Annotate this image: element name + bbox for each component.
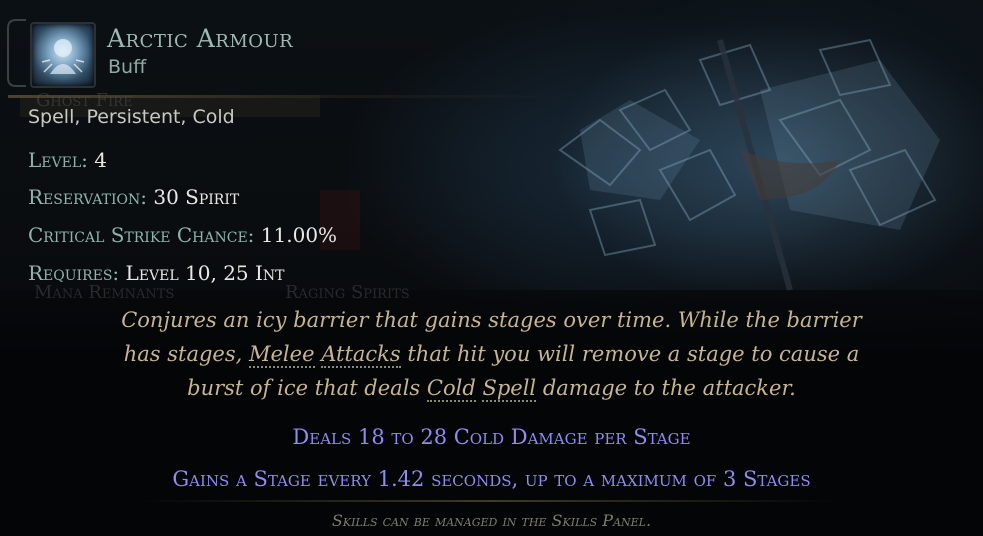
keyword-spell[interactable]: Spell bbox=[482, 376, 537, 402]
background-ghost-text: Raging Spirits bbox=[285, 282, 410, 303]
background-ghost-text: Mana Remnants bbox=[34, 282, 175, 303]
arctic-armour-icon bbox=[30, 22, 96, 88]
reservation-label: Reservation: bbox=[28, 185, 147, 209]
level-stat: Level: 4 bbox=[28, 148, 107, 172]
crit-chance-stat: Critical Strike Chance: 11.00% bbox=[28, 223, 337, 247]
footer-divider bbox=[140, 500, 840, 502]
skill-tooltip: Arctic Armour Buff Ghost Fire Spell, Per… bbox=[0, 0, 983, 536]
level-value: 4 bbox=[94, 148, 107, 172]
description-line: burst of ice that deals Cold Spell damag… bbox=[187, 376, 796, 402]
level-label: Level: bbox=[28, 148, 88, 172]
reservation-value: 30 Spirit bbox=[153, 185, 240, 209]
crit-chance-label: Critical Strike Chance: bbox=[28, 223, 255, 247]
footer-note: Skills can be managed in the Skills Pane… bbox=[331, 511, 652, 530]
description-line: has stages, Melee Attacks that hit you w… bbox=[123, 342, 860, 368]
reservation-stat: Reservation: 30 Spirit bbox=[28, 185, 239, 209]
description-line: Conjures an icy barrier that gains stage… bbox=[121, 308, 862, 332]
skill-tags: Spell, Persistent, Cold bbox=[28, 106, 235, 128]
damage-mod: Deals 18 to 28 Cold Damage per Stage bbox=[292, 425, 691, 449]
keyword-attacks[interactable]: Attacks bbox=[321, 342, 401, 368]
stage-mod: Gains a Stage every 1.42 seconds, up to … bbox=[172, 467, 811, 491]
skill-type: Buff bbox=[108, 56, 147, 78]
skill-name: Arctic Armour bbox=[107, 24, 294, 53]
crit-chance-value: 11.00% bbox=[260, 223, 338, 247]
header-divider bbox=[8, 95, 568, 98]
keyword-melee[interactable]: Melee bbox=[249, 342, 315, 368]
keyword-cold[interactable]: Cold bbox=[426, 376, 476, 402]
skill-description: Conjures an icy barrier that gains stage… bbox=[40, 303, 943, 405]
